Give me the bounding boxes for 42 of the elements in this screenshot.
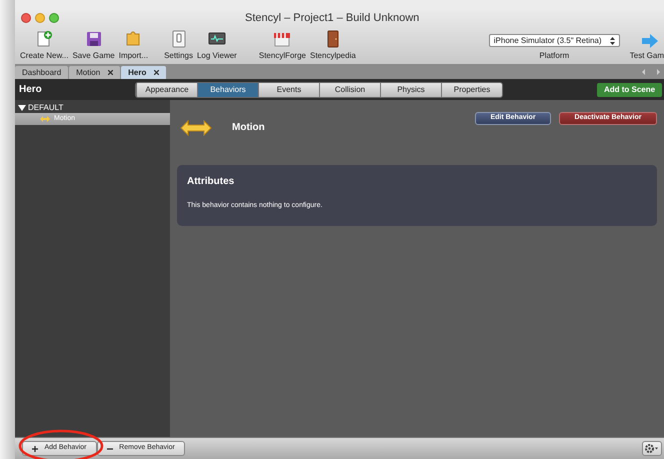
behavior-name: Motion	[232, 121, 265, 135]
zoom-window-button[interactable]	[49, 13, 59, 23]
storefront-icon	[273, 30, 292, 48]
updown-arrows-icon	[610, 36, 615, 44]
toolbar-button[interactable]: StencylForge	[256, 30, 308, 61]
document-tab[interactable]: Dashboard	[15, 66, 68, 79]
new-document-icon	[35, 30, 54, 48]
add-to-scene-button[interactable]: Add to Scene	[597, 82, 662, 96]
toolbar-button[interactable]: Import...	[116, 30, 150, 61]
section-tab[interactable]: Appearance	[136, 82, 197, 96]
double-arrow-icon	[180, 120, 212, 136]
settings-icon	[645, 444, 659, 453]
toolbar-button[interactable]: Stencylpedia	[308, 30, 358, 61]
test-game-button[interactable]: Test Gam	[630, 34, 664, 61]
section-tab[interactable]: Events	[258, 82, 319, 96]
toolbar-button[interactable]: Log Viewer	[194, 30, 239, 61]
document-tab[interactable]: Hero	[121, 66, 166, 79]
close-window-button[interactable]	[21, 13, 31, 23]
section-tab[interactable]: Behaviors	[197, 82, 258, 96]
expanded-triangle-icon[interactable]	[18, 104, 26, 112]
switch-icon	[170, 30, 188, 48]
platform-dropdown[interactable]: iPhone Simulator (3.5" Retina)	[488, 34, 620, 47]
close-icon[interactable]	[108, 70, 114, 75]
close-icon[interactable]	[154, 70, 160, 75]
puzzle-piece-icon	[124, 30, 142, 48]
group-label: DEFAULT	[28, 102, 64, 114]
plus-icon	[32, 446, 38, 452]
toolbar-button[interactable]: Create New...	[18, 30, 70, 61]
platform-label: Platform	[539, 51, 570, 61]
document-tab[interactable]: Motion	[69, 66, 120, 79]
double-arrow-icon	[40, 116, 50, 122]
gear-menu-button[interactable]	[642, 441, 662, 456]
section-tab[interactable]: Physics	[380, 82, 441, 96]
minus-icon	[107, 448, 114, 450]
arrow-right-icon	[642, 34, 658, 48]
section-tab[interactable]: Properties	[441, 82, 502, 96]
toolbar-button[interactable]: Save Game	[70, 30, 117, 61]
editor-title: Hero	[18, 83, 43, 97]
attributes-heading: Attributes	[187, 175, 236, 189]
toolbar-button[interactable]: Settings	[162, 30, 195, 61]
section-tab[interactable]: Collision	[319, 82, 380, 96]
window-title: Stencyl – Project1 – Build Unknown	[245, 10, 420, 26]
